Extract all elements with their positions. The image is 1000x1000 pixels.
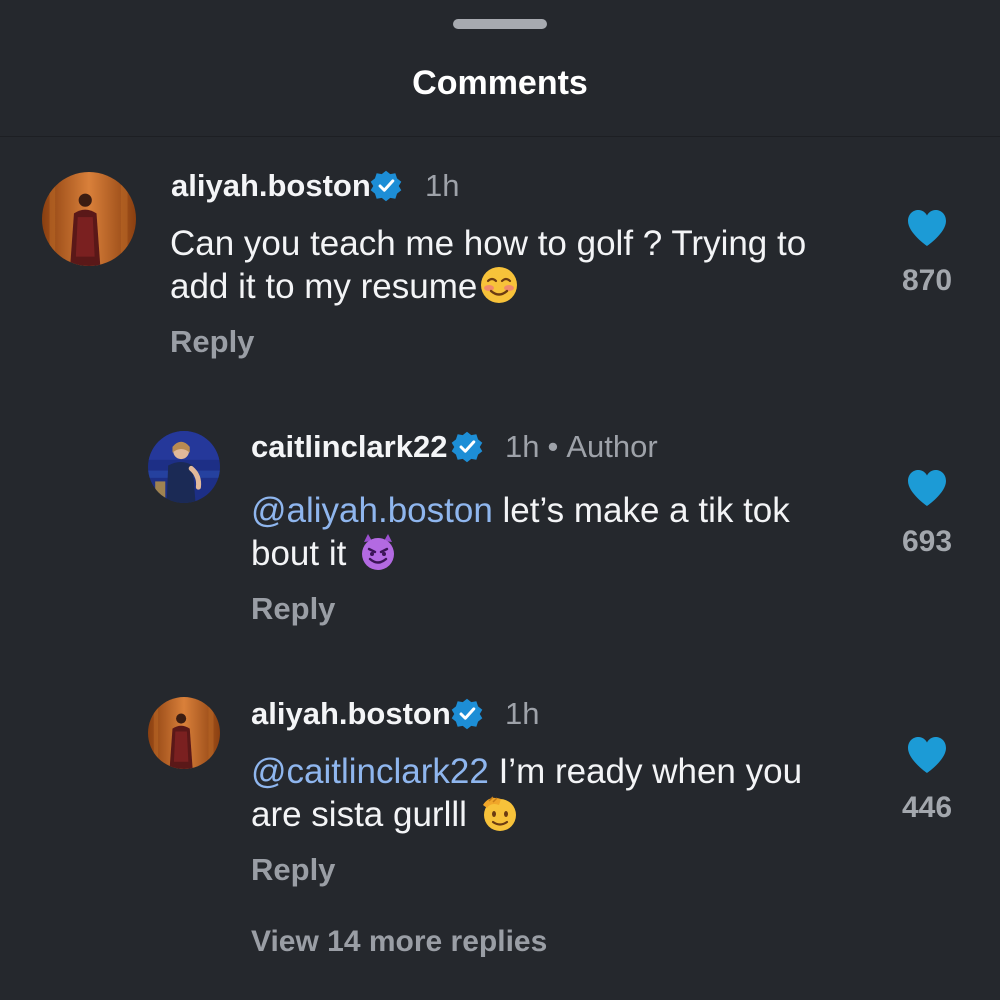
like-count: 446 xyxy=(901,791,953,824)
comment-time: 1h xyxy=(505,696,540,731)
like-count: 693 xyxy=(901,525,953,558)
like-count: 870 xyxy=(901,264,953,297)
mention-link[interactable]: @caitlinclark22 xyxy=(251,752,489,791)
verified-badge-icon xyxy=(451,698,483,730)
comment-text-line-2: add it to my resume xyxy=(170,265,806,308)
comment-username[interactable]: aliyah.boston xyxy=(171,168,371,204)
comment-text-segment: bout it xyxy=(251,534,357,573)
avatar[interactable] xyxy=(148,697,220,769)
reply-button[interactable]: Reply xyxy=(251,852,335,888)
comment-text-line: @aliyah.boston let’s make a tik tok xyxy=(251,489,790,532)
smiling-blushing-face-icon xyxy=(481,267,518,303)
comment-time: 1h xyxy=(425,168,460,203)
avatar[interactable] xyxy=(148,431,220,503)
comment-text: @aliyah.boston let’s make a tik tok bout… xyxy=(251,489,790,575)
heart-icon[interactable] xyxy=(905,735,949,775)
page-title: Comments xyxy=(412,64,588,102)
avatar[interactable] xyxy=(42,172,136,266)
heart-icon[interactable] xyxy=(905,208,949,248)
verified-badge-icon xyxy=(370,170,402,202)
comments-header: Comments xyxy=(0,0,1000,137)
heart-icon[interactable] xyxy=(905,468,949,508)
comment-text-segment: I’m ready when you xyxy=(488,752,803,791)
comment-username[interactable]: aliyah.boston xyxy=(251,696,451,732)
author-tag: Author xyxy=(566,429,658,464)
comments-sheet: Comments aliyah.boston 1h Can you teach … xyxy=(0,0,1000,1000)
reply-button[interactable]: Reply xyxy=(251,591,335,627)
comment-text-segment: are sista gurlll xyxy=(251,795,477,834)
reply-button[interactable]: Reply xyxy=(170,324,254,360)
comment-meta: 1h xyxy=(505,696,539,732)
comment-text-segment: let’s make a tik tok xyxy=(492,491,790,530)
comment-text: Can you teach me how to golf ? Trying to… xyxy=(170,222,806,308)
saluting-face-icon xyxy=(482,796,516,831)
comment-text-line: @caitlinclark22 I’m ready when you xyxy=(251,750,802,793)
comment-time: 1h xyxy=(505,429,540,464)
smiling-devil-face-icon xyxy=(362,534,395,570)
comment-text-line-2: are sista gurlll xyxy=(251,793,802,836)
comment-username[interactable]: caitlinclark22 xyxy=(251,429,447,465)
view-more-replies-button[interactable]: View 14 more replies xyxy=(251,925,547,959)
separator-dot-icon: • xyxy=(547,429,559,464)
comment-text-segment: add it to my resume xyxy=(170,267,478,306)
verified-badge-icon xyxy=(451,431,483,463)
comment-text-line-2: bout it xyxy=(251,532,790,575)
comment-meta: 1h • Author xyxy=(505,429,658,465)
comment-text-line: Can you teach me how to golf ? Trying to xyxy=(170,224,807,263)
mention-link[interactable]: @aliyah.boston xyxy=(251,491,493,530)
comment-text: @caitlinclark22 I’m ready when you are s… xyxy=(251,750,802,836)
drag-handle[interactable] xyxy=(453,19,547,29)
comment-meta: 1h xyxy=(425,168,459,204)
